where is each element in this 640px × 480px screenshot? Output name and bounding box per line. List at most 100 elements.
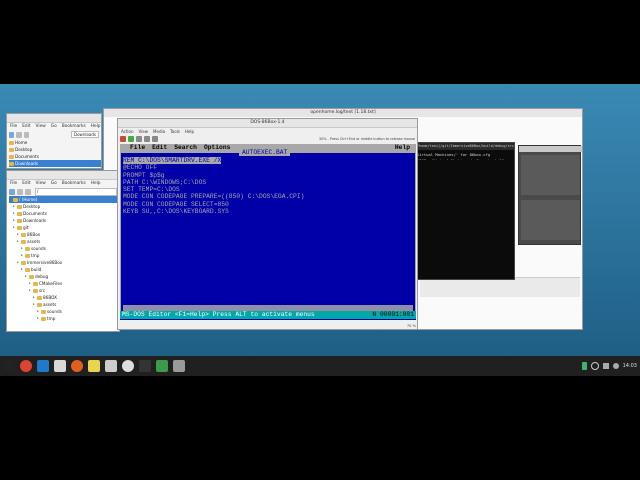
- expander-icon[interactable]: ▸: [21, 245, 24, 252]
- fm1-item-home[interactable]: Home: [9, 139, 101, 146]
- dos-menu-help[interactable]: Help: [185, 128, 194, 135]
- fm1-menu-go[interactable]: Go: [51, 123, 57, 130]
- dos-emulator-window[interactable]: DOS-86Box-1.4 Action View Media Tools He…: [117, 118, 418, 330]
- fm2-tree-item[interactable]: ▸ / (Home): [9, 196, 119, 203]
- expander-icon[interactable]: ▸: [29, 287, 32, 294]
- expander-icon[interactable]: ▸: [9, 196, 12, 203]
- dos-editor-menu-edit[interactable]: Edit: [152, 144, 167, 152]
- fm1-menu-help[interactable]: Help: [91, 123, 101, 130]
- fm2-menu-view[interactable]: View: [36, 180, 46, 187]
- fm2-tree-item[interactable]: ▸ git: [9, 224, 119, 231]
- expander-icon[interactable]: ▸: [13, 224, 16, 231]
- expander-icon[interactable]: ▸: [21, 252, 24, 259]
- fm2-tree-item-label: sounds: [31, 246, 46, 251]
- dos-menu-tools[interactable]: Tools: [170, 128, 180, 135]
- fm2-tree-item[interactable]: ▸ src: [9, 287, 119, 294]
- dos-menu-view[interactable]: View: [139, 128, 149, 135]
- dos-editor-menu-file[interactable]: File: [130, 144, 145, 152]
- forward-icon[interactable]: [17, 188, 23, 195]
- fm2-tree-item[interactable]: ▸ assets: [9, 238, 119, 245]
- expander-icon[interactable]: ▸: [21, 266, 24, 273]
- play-icon[interactable]: [128, 136, 134, 142]
- media-icon[interactable]: [156, 360, 168, 372]
- fm2-tree-item[interactable]: ▸ 86Box: [9, 231, 119, 238]
- fm2-menu-edit[interactable]: Edit: [22, 180, 30, 187]
- fm2-tree-item[interactable]: ▸ debug: [9, 273, 119, 280]
- reset-icon[interactable]: [136, 136, 142, 142]
- dos-editor-menu-search[interactable]: Search: [174, 144, 197, 152]
- clock-icon[interactable]: [122, 360, 134, 372]
- fm2-tree-item[interactable]: ▸ 86BOX: [9, 294, 119, 301]
- fm2-address[interactable]: /: [35, 187, 117, 196]
- fm2-tree-item[interactable]: ▸ assets: [9, 301, 119, 308]
- fm2-tree-item[interactable]: ▸ tmp: [9, 315, 119, 322]
- dos-editor-text[interactable]: REM C:\DOS\SMARTDRV.EXE /X @ECHO OFF PROMP…: [121, 153, 415, 215]
- fm1-menu-file[interactable]: File: [10, 123, 17, 130]
- text-editor-icon[interactable]: [88, 360, 100, 372]
- back-icon[interactable]: [9, 131, 15, 138]
- expander-icon[interactable]: ▸: [17, 231, 20, 238]
- expander-icon[interactable]: ▸: [37, 308, 40, 315]
- expander-icon[interactable]: ▸: [17, 238, 20, 245]
- forward-icon[interactable]: [16, 131, 22, 138]
- network-icon[interactable]: [590, 362, 599, 370]
- fm1-menu-view[interactable]: View: [36, 123, 46, 130]
- file-manager-small[interactable]: File Edit View Go Bookmarks Help Downloa…: [6, 113, 102, 169]
- fm1-item-documents[interactable]: Documents: [9, 153, 101, 160]
- vscode-icon[interactable]: [37, 360, 49, 372]
- fm2-tree-item[interactable]: ▸ Immersive86Box: [9, 259, 119, 266]
- expander-icon[interactable]: ▸: [13, 217, 16, 224]
- fm1-item-desktop[interactable]: Desktop: [9, 146, 101, 153]
- pause-icon[interactable]: [120, 136, 126, 142]
- fm1-item-downloads[interactable]: Downloads: [9, 160, 101, 167]
- expander-icon[interactable]: ▸: [33, 294, 36, 301]
- folder-icon: [37, 295, 42, 300]
- fm2-menu-go[interactable]: Go: [51, 180, 57, 187]
- dos-screen[interactable]: File Edit Search Options Help AUTOEXEC.B…: [120, 144, 416, 320]
- chrome-icon[interactable]: [20, 360, 32, 372]
- editor-icon[interactable]: [105, 360, 117, 372]
- battery-icon[interactable]: [581, 362, 587, 370]
- gears-icon[interactable]: [173, 360, 185, 372]
- dos-editor-menu-options[interactable]: Options: [204, 144, 230, 152]
- fm2-tree-item[interactable]: ▸ Desktop: [9, 203, 119, 210]
- back-icon[interactable]: [9, 188, 15, 195]
- settings-icon[interactable]: [152, 136, 158, 142]
- expander-icon[interactable]: ▸: [17, 259, 20, 266]
- fm1-menu-edit[interactable]: Edit: [22, 123, 30, 130]
- dos-menu-media[interactable]: Media: [153, 128, 165, 135]
- fm1-menu-bookmarks[interactable]: Bookmarks: [62, 123, 86, 130]
- expander-icon[interactable]: ▸: [13, 210, 16, 217]
- fm2-tree-item[interactable]: ▸ Documents: [9, 210, 119, 217]
- fm2-menu-file[interactable]: File: [10, 180, 17, 187]
- volume-icon[interactable]: [602, 363, 609, 369]
- dos-menu-action[interactable]: Action: [121, 128, 134, 135]
- up-icon[interactable]: [25, 188, 31, 195]
- fm2-tree-item[interactable]: ▸ Downloads: [9, 217, 119, 224]
- fm2-tree-item[interactable]: ▸ sounds: [9, 308, 119, 315]
- clock[interactable]: 14:03: [623, 363, 637, 369]
- dos-editor-menu-help[interactable]: Help: [395, 144, 416, 152]
- file-manager-large[interactable]: File Edit View Go Bookmarks Help / ▸ / (H…: [6, 170, 120, 332]
- terminal-window[interactable]: /home/tonij/git/Immersive86Box/build/deb…: [414, 142, 515, 280]
- expander-icon[interactable]: ▸: [13, 203, 16, 210]
- files-icon[interactable]: [54, 360, 66, 372]
- expander-icon[interactable]: ▸: [25, 273, 28, 280]
- fm1-location[interactable]: Downloads: [71, 131, 99, 138]
- fm2-tree-item[interactable]: ▸ tmp: [9, 252, 119, 259]
- fm2-menu-bookmarks[interactable]: Bookmarks: [62, 180, 86, 187]
- fm2-tree-item[interactable]: ▸ sounds: [9, 245, 119, 252]
- expander-icon[interactable]: ▸: [29, 280, 32, 287]
- fm1-menubar: File Edit View Go Bookmarks Help: [7, 123, 101, 130]
- terminal-icon[interactable]: [139, 360, 151, 372]
- fm2-tree-item[interactable]: ▸ CMakeFiles: [9, 280, 119, 287]
- system-icon[interactable]: [3, 360, 15, 372]
- up-icon[interactable]: [23, 131, 30, 138]
- notifications-icon[interactable]: [612, 363, 619, 369]
- expander-icon[interactable]: ▸: [33, 301, 36, 308]
- fm2-menu-help[interactable]: Help: [91, 180, 101, 187]
- fm2-tree-item[interactable]: ▸ build: [9, 266, 119, 273]
- ctrl-alt-del-icon[interactable]: [144, 136, 150, 142]
- firefox-icon[interactable]: [71, 360, 83, 372]
- expander-icon[interactable]: ▸: [37, 315, 40, 322]
